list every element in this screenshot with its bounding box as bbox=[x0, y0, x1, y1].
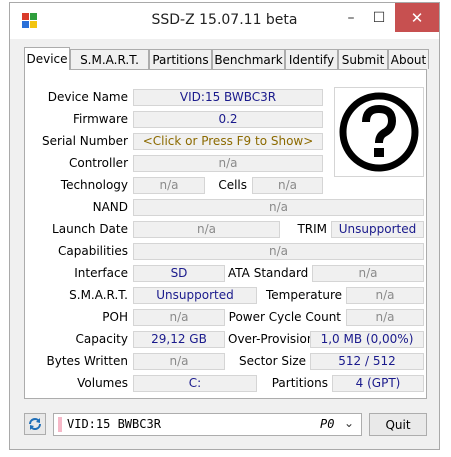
drive-select-value: VID:15 BWBC3R bbox=[67, 417, 161, 431]
temperature-label: Temperature bbox=[265, 288, 342, 302]
capabilities-label: Capabilities bbox=[58, 244, 128, 258]
bytes-written-label: Bytes Written bbox=[46, 354, 128, 368]
technology-label: Technology bbox=[60, 178, 128, 192]
nand-label: NAND bbox=[92, 200, 128, 214]
ata-standard-label: ATA Standard bbox=[228, 266, 309, 280]
launch-date-label: Launch Date bbox=[52, 222, 128, 236]
cells-value: n/a bbox=[252, 177, 323, 194]
capacity-label: Capacity bbox=[75, 332, 128, 346]
smart-value: Unsupported bbox=[133, 287, 257, 304]
interface-label: Interface bbox=[74, 266, 128, 280]
volumes-label: Volumes bbox=[77, 376, 128, 390]
over-provision-label: Over-Provision bbox=[228, 332, 315, 346]
capacity-value: 29,12 GB bbox=[133, 331, 225, 348]
tab-identify[interactable]: Identify bbox=[285, 49, 338, 69]
refresh-icon bbox=[29, 418, 41, 430]
serial-number-value[interactable]: <Click or Press F9 to Show> bbox=[133, 133, 323, 150]
drive-index: P0 bbox=[320, 417, 335, 431]
quit-button[interactable]: Quit bbox=[369, 413, 427, 436]
firmware-value: 0.2 bbox=[133, 111, 323, 128]
capabilities-value: n/a bbox=[133, 243, 424, 260]
device-image bbox=[334, 87, 424, 177]
device-panel: Device Name VID:15 BWBC3R Firmware 0.2 S… bbox=[24, 69, 427, 399]
maximize-button[interactable]: ☐ bbox=[365, 3, 393, 32]
serial-number-label: Serial Number bbox=[42, 134, 128, 148]
tab-submit[interactable]: Submit bbox=[338, 49, 388, 69]
bottom-bar: VID:15 BWBC3R P0 ⌄ Quit bbox=[24, 410, 427, 440]
tab-about[interactable]: About bbox=[388, 49, 429, 69]
refresh-button[interactable] bbox=[24, 413, 46, 435]
nand-value: n/a bbox=[133, 199, 424, 216]
controller-label: Controller bbox=[68, 156, 128, 170]
poh-label: POH bbox=[102, 310, 128, 324]
power-cycle-count-value: n/a bbox=[346, 309, 424, 326]
app-window: SSD-Z 15.07.11 beta – ☐ ✕ Device S.M.A.R… bbox=[9, 2, 440, 450]
tab-partitions[interactable]: Partitions bbox=[149, 49, 212, 69]
sector-size-value: 512 / 512 bbox=[310, 353, 424, 370]
poh-value: n/a bbox=[133, 309, 225, 326]
interface-value: SD bbox=[133, 265, 225, 282]
power-cycle-count-label: Power Cycle Count bbox=[228, 310, 341, 324]
over-provision-value: 1,0 MB (0,00%) bbox=[310, 331, 424, 348]
controller-value: n/a bbox=[133, 155, 323, 172]
ata-standard-value: n/a bbox=[312, 265, 424, 282]
launch-date-value: n/a bbox=[133, 221, 280, 238]
drive-select[interactable]: VID:15 BWBC3R P0 ⌄ bbox=[53, 413, 362, 436]
question-mark-icon bbox=[339, 92, 419, 172]
tab-benchmark[interactable]: Benchmark bbox=[212, 49, 285, 69]
sector-size-label: Sector Size bbox=[238, 354, 306, 368]
temperature-value: n/a bbox=[346, 287, 424, 304]
volumes-value: C: bbox=[133, 375, 257, 392]
partitions-value: 4 (GPT) bbox=[332, 375, 424, 392]
technology-value: n/a bbox=[133, 177, 205, 194]
device-name-value: VID:15 BWBC3R bbox=[133, 89, 323, 106]
minimize-button[interactable]: – bbox=[337, 3, 365, 32]
device-name-label: Device Name bbox=[47, 90, 128, 104]
title-bar: SSD-Z 15.07.11 beta – ☐ ✕ bbox=[10, 3, 439, 39]
trim-value: Unsupported bbox=[331, 221, 424, 238]
drive-color-marker bbox=[58, 417, 62, 432]
tab-smart[interactable]: S.M.A.R.T. bbox=[70, 49, 149, 69]
trim-label: TRIM bbox=[297, 222, 327, 236]
firmware-label: Firmware bbox=[73, 112, 128, 126]
smart-label: S.M.A.R.T. bbox=[69, 288, 128, 302]
bytes-written-value: n/a bbox=[133, 353, 225, 370]
tab-device[interactable]: Device bbox=[24, 47, 70, 70]
chevron-down-icon[interactable]: ⌄ bbox=[344, 416, 354, 430]
cells-label: Cells bbox=[218, 178, 247, 192]
partitions-label: Partitions bbox=[271, 376, 328, 390]
close-button[interactable]: ✕ bbox=[395, 3, 439, 32]
